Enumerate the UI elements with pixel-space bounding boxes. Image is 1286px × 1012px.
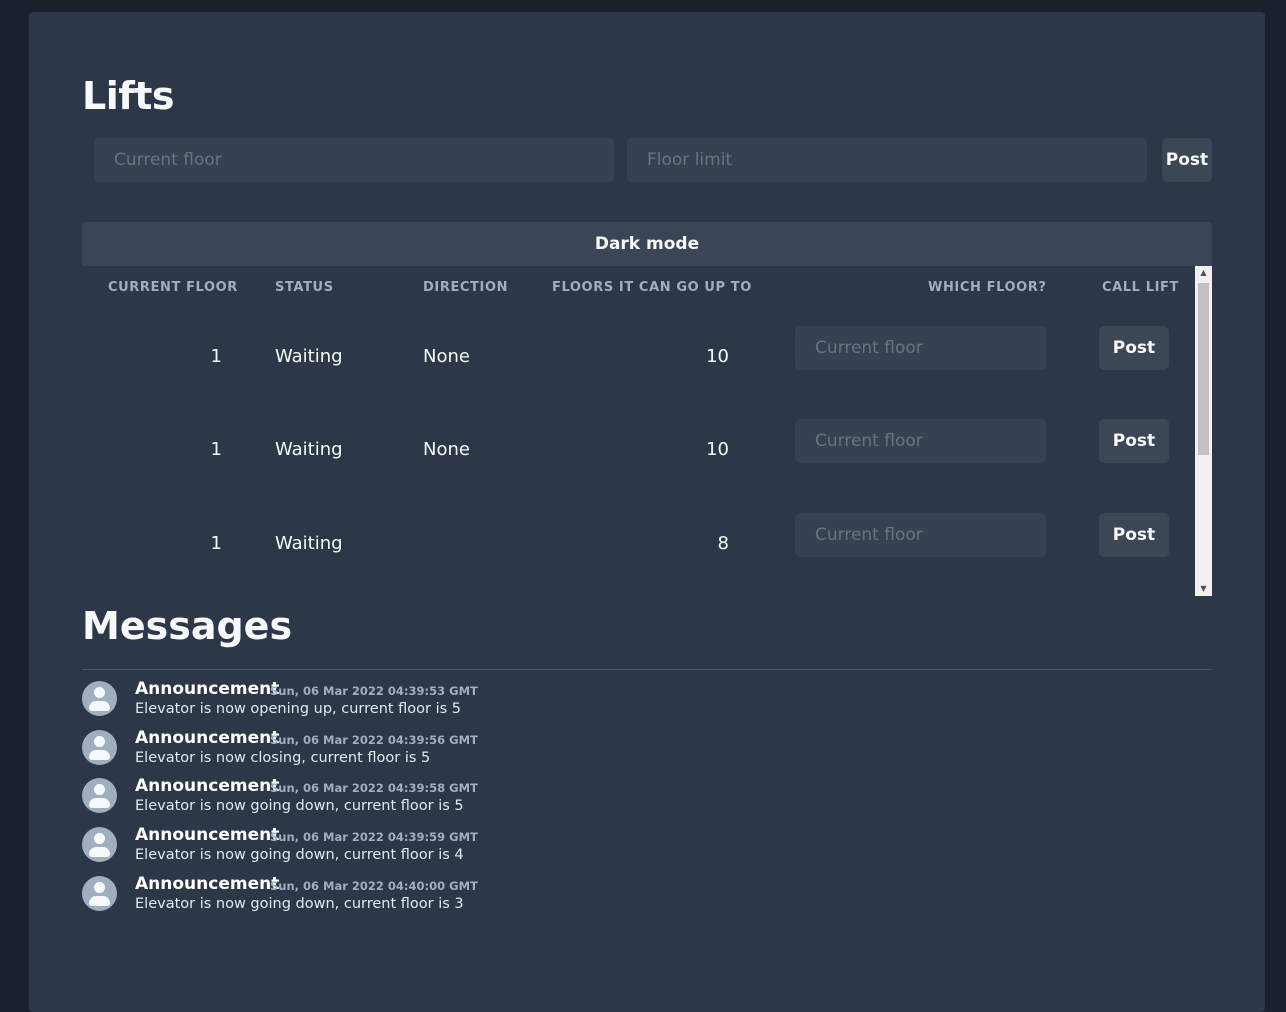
message-timestamp: Sun, 06 Mar 2022 04:39:53 GMT bbox=[270, 684, 478, 698]
message-text: Elevator is now going down, current floo… bbox=[135, 896, 464, 912]
message-timestamp: Sun, 06 Mar 2022 04:40:00 GMT bbox=[270, 879, 478, 893]
header-which-floor: WHICH FLOOR? bbox=[928, 280, 1047, 295]
which-floor-input[interactable] bbox=[795, 513, 1046, 557]
lifts-table[interactable]: CURRENT FLOOR STATUS DIRECTION FLOORS IT… bbox=[82, 266, 1212, 596]
page-title: Lifts bbox=[82, 74, 175, 118]
avatar-icon bbox=[82, 681, 117, 716]
message-item: Announcement Sun, 06 Mar 2022 04:40:00 G… bbox=[82, 874, 882, 922]
main-card: Lifts Post Dark mode CURRENT FLOOR STATU… bbox=[29, 12, 1265, 1012]
message-timestamp: Sun, 06 Mar 2022 04:39:58 GMT bbox=[270, 781, 478, 795]
which-floor-input[interactable] bbox=[795, 326, 1046, 370]
table-row: 1 Waiting None 10 Post bbox=[82, 411, 1194, 504]
message-author: Announcement bbox=[135, 874, 280, 894]
table-row: 1 Waiting None 10 Post bbox=[82, 318, 1194, 411]
message-item: Announcement Sun, 06 Mar 2022 04:39:59 G… bbox=[82, 825, 882, 873]
row-floor-limit: 10 bbox=[706, 439, 729, 460]
message-timestamp: Sun, 06 Mar 2022 04:39:56 GMT bbox=[270, 733, 478, 747]
message-author: Announcement bbox=[135, 728, 280, 748]
message-author: Announcement bbox=[135, 776, 280, 796]
table-row: 1 Waiting 8 Post bbox=[82, 505, 1194, 596]
row-current-floor: 1 bbox=[210, 346, 222, 367]
message-timestamp: Sun, 06 Mar 2022 04:39:59 GMT bbox=[270, 830, 478, 844]
message-text: Elevator is now going down, current floo… bbox=[135, 847, 464, 863]
row-floor-limit: 8 bbox=[717, 533, 729, 554]
row-status: Waiting bbox=[275, 533, 343, 554]
row-current-floor: 1 bbox=[210, 533, 222, 554]
avatar-icon bbox=[82, 778, 117, 813]
table-scrollbar[interactable]: ▲ ▼ bbox=[1195, 266, 1212, 596]
row-floor-limit: 10 bbox=[706, 346, 729, 367]
current-floor-input[interactable] bbox=[94, 138, 614, 182]
header-direction: DIRECTION bbox=[423, 280, 509, 295]
message-text: Elevator is now closing, current floor i… bbox=[135, 750, 431, 766]
message-author: Announcement bbox=[135, 679, 280, 699]
avatar-icon bbox=[82, 730, 117, 765]
row-current-floor: 1 bbox=[210, 439, 222, 460]
avatar-icon bbox=[82, 876, 117, 911]
message-author: Announcement bbox=[135, 825, 280, 845]
message-item: Announcement Sun, 06 Mar 2022 04:39:56 G… bbox=[82, 728, 882, 776]
row-direction: None bbox=[423, 439, 470, 460]
messages-title: Messages bbox=[82, 604, 293, 648]
dark-mode-toggle[interactable]: Dark mode bbox=[82, 222, 1212, 266]
scroll-down-arrow-icon[interactable]: ▼ bbox=[1195, 582, 1212, 596]
message-item: Announcement Sun, 06 Mar 2022 04:39:53 G… bbox=[82, 679, 882, 727]
header-status: STATUS bbox=[275, 280, 334, 295]
row-direction: None bbox=[423, 346, 470, 367]
message-text: Elevator is now going down, current floo… bbox=[135, 798, 464, 814]
row-status: Waiting bbox=[275, 346, 343, 367]
header-current-floor: CURRENT FLOOR bbox=[108, 280, 238, 295]
call-lift-button[interactable]: Post bbox=[1099, 513, 1169, 557]
add-lift-post-button[interactable]: Post bbox=[1162, 138, 1212, 182]
divider bbox=[82, 669, 1212, 670]
avatar-icon bbox=[82, 827, 117, 862]
call-lift-button[interactable]: Post bbox=[1099, 326, 1169, 370]
scroll-up-arrow-icon[interactable]: ▲ bbox=[1195, 266, 1212, 280]
which-floor-input[interactable] bbox=[795, 419, 1046, 463]
table-header: CURRENT FLOOR STATUS DIRECTION FLOORS IT… bbox=[82, 266, 1194, 308]
header-floor-limit: FLOORS IT CAN GO UP TO bbox=[552, 280, 752, 295]
message-item: Announcement Sun, 06 Mar 2022 04:39:58 G… bbox=[82, 776, 882, 824]
scrollbar-thumb[interactable] bbox=[1198, 283, 1209, 455]
call-lift-button[interactable]: Post bbox=[1099, 419, 1169, 463]
floor-limit-input[interactable] bbox=[627, 138, 1147, 182]
message-text: Elevator is now opening up, current floo… bbox=[135, 701, 462, 717]
row-status: Waiting bbox=[275, 439, 343, 460]
header-call-lift: CALL LIFT bbox=[1102, 280, 1179, 295]
